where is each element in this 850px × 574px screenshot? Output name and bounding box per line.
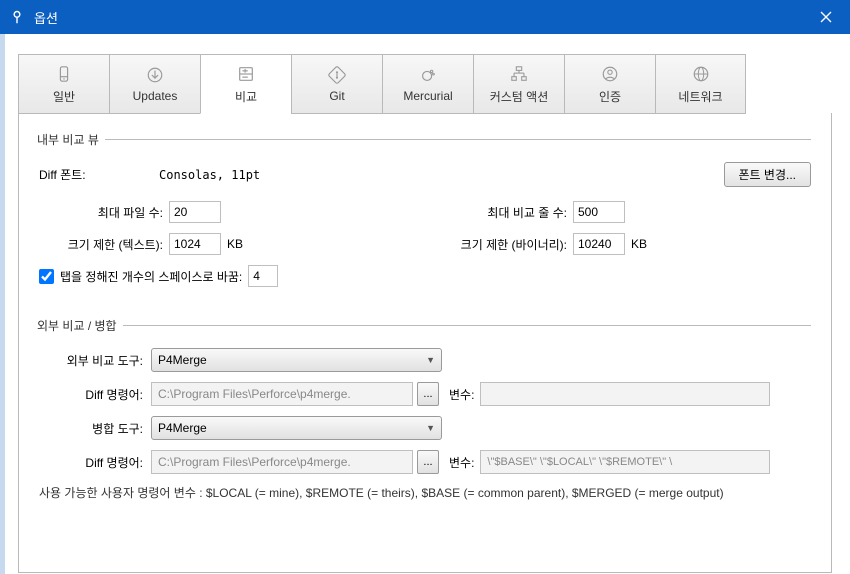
- tab-mercurial[interactable]: Mercurial: [382, 54, 473, 114]
- merge-cmd-browse-button[interactable]: ...: [417, 450, 439, 474]
- merge-tool-select[interactable]: P4Merge ▼: [151, 416, 442, 440]
- max-lines-input[interactable]: [573, 201, 625, 223]
- tabs-to-spaces-input[interactable]: [248, 265, 278, 287]
- diff-icon: [236, 64, 256, 84]
- chevron-down-icon: ▼: [426, 355, 435, 365]
- mercurial-icon: [418, 65, 438, 85]
- diff-cmd-browse-button[interactable]: ...: [417, 382, 439, 406]
- git-icon: [327, 65, 347, 85]
- tab-diff[interactable]: 비교: [200, 54, 291, 114]
- diff-args-label: 변수:: [449, 386, 474, 403]
- diff-tool-value: P4Merge: [158, 353, 207, 367]
- tab-updates[interactable]: Updates: [109, 54, 200, 114]
- diff-cmd-input: [151, 382, 413, 406]
- merge-tool-label: 병합 도구:: [39, 420, 151, 437]
- tab-label: 비교: [235, 88, 257, 105]
- diff-tool-select[interactable]: P4Merge ▼: [151, 348, 442, 372]
- size-text-label: 크기 제한 (텍스트):: [39, 236, 169, 253]
- user-icon: [600, 64, 620, 84]
- globe-icon: [691, 64, 711, 84]
- max-lines-label: 최대 비교 줄 수:: [425, 204, 573, 221]
- tabs-to-spaces-checkbox[interactable]: [39, 269, 54, 284]
- tab-label: 네트워크: [678, 88, 722, 105]
- tab-content: 내부 비교 뷰 Diff 폰트: Consolas, 11pt 폰트 변경...…: [18, 113, 832, 573]
- tab-git[interactable]: Git: [291, 54, 382, 114]
- internal-diff-group: 내부 비교 뷰 Diff 폰트: Consolas, 11pt 폰트 변경...…: [39, 131, 811, 305]
- merge-args-label: 변수:: [449, 454, 474, 471]
- diff-font-label: Diff 폰트:: [39, 166, 159, 183]
- tab-label: Updates: [133, 89, 178, 103]
- external-diff-legend: 외부 비교 / 병합: [37, 317, 123, 334]
- window-title: 옵션: [34, 8, 802, 27]
- app-icon: [8, 8, 26, 26]
- tab-general[interactable]: 일반: [18, 54, 109, 114]
- merge-cmd-label: Diff 명령어:: [39, 454, 151, 471]
- left-accent-stripe: [0, 34, 5, 574]
- diff-font-value: Consolas, 11pt: [159, 168, 724, 182]
- close-button[interactable]: [802, 0, 850, 34]
- merge-tool-value: P4Merge: [158, 421, 207, 435]
- external-diff-group: 외부 비교 / 병합 외부 비교 도구: P4Merge ▼ Diff 명령어:…: [39, 317, 811, 520]
- merge-args-input: [480, 450, 770, 474]
- variables-hint: 사용 가능한 사용자 명령어 변수 : $LOCAL (= mine), $RE…: [39, 484, 811, 502]
- size-bin-label: 크기 제한 (바이너리):: [425, 236, 573, 253]
- kb-unit: KB: [227, 237, 243, 251]
- max-files-label: 최대 파일 수:: [39, 204, 169, 221]
- internal-diff-legend: 내부 비교 뷰: [37, 131, 105, 148]
- kb-unit: KB: [631, 237, 647, 251]
- server-icon: [54, 64, 74, 84]
- diff-cmd-label: Diff 명령어:: [39, 386, 151, 403]
- titlebar: 옵션: [0, 0, 850, 34]
- tab-custom-actions[interactable]: 커스텀 액션: [473, 54, 564, 114]
- download-icon: [145, 65, 165, 85]
- merge-cmd-input: [151, 450, 413, 474]
- max-files-input[interactable]: [169, 201, 221, 223]
- tab-label: Mercurial: [403, 89, 452, 103]
- size-bin-input[interactable]: [573, 233, 625, 255]
- tabs-to-spaces-label: 탭을 정해진 개수의 스페이스로 바꿈:: [60, 268, 242, 285]
- tab-label: 일반: [53, 88, 75, 105]
- tab-network[interactable]: 네트워크: [655, 54, 746, 114]
- flow-icon: [509, 64, 529, 84]
- tab-auth[interactable]: 인증: [564, 54, 655, 114]
- font-change-button[interactable]: 폰트 변경...: [724, 162, 812, 187]
- tab-label: 인증: [599, 88, 621, 105]
- diff-tool-label: 외부 비교 도구:: [39, 352, 151, 369]
- chevron-down-icon: ▼: [426, 423, 435, 433]
- size-text-input[interactable]: [169, 233, 221, 255]
- tabs: 일반 Updates 비교 Git Mercurial 커스텀 액션 인증 네트…: [18, 54, 832, 114]
- tab-label: 커스텀 액션: [490, 88, 549, 105]
- close-icon: [820, 11, 832, 23]
- diff-args-input: [480, 382, 770, 406]
- tab-label: Git: [329, 89, 344, 103]
